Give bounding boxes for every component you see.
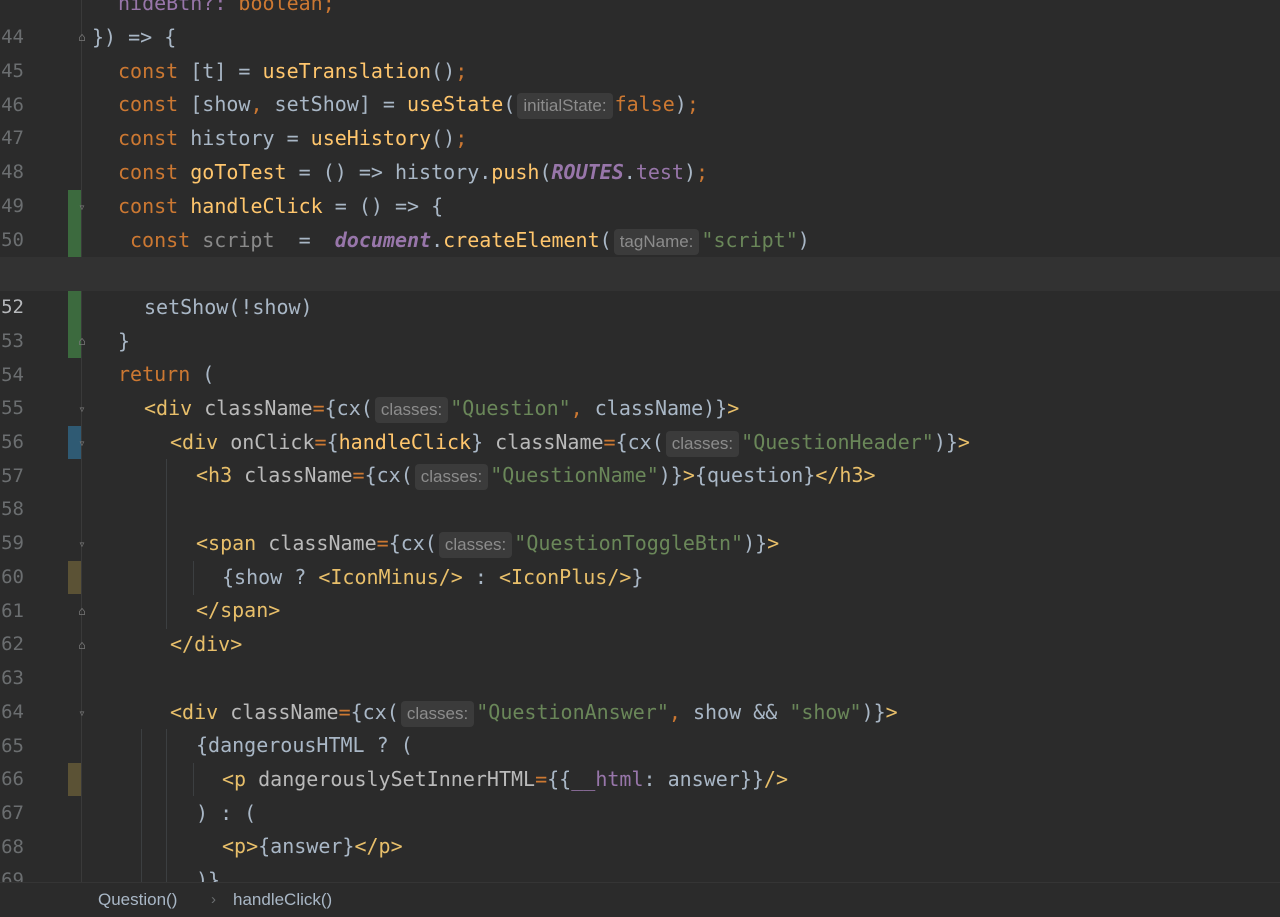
line-content: </div> bbox=[170, 632, 243, 656]
code-line[interactable]: 60 <span className={cx(classes: "Question… bbox=[0, 527, 1280, 588]
line-content: <p dangerouslySetInnerHTML={{__html: ans… bbox=[222, 767, 788, 791]
code-line[interactable]: 47 const [show, setShow] = useState(init… bbox=[0, 88, 1280, 149]
line-content: const script = document.createElement(ta… bbox=[130, 224, 810, 258]
code-line[interactable]: 54 } bbox=[0, 325, 1280, 386]
code-line[interactable]: 57 <div onClick={handleClick} className=… bbox=[0, 426, 1280, 487]
line-content: <div className={cx(classes: "Question", c… bbox=[144, 392, 739, 426]
parameter-hint: tagName: bbox=[613, 229, 700, 255]
line-content: }) => { bbox=[92, 25, 177, 49]
code-line[interactable]: 70 )} bbox=[0, 864, 1280, 882]
code-line[interactable]: 68 ) : ( bbox=[0, 797, 1280, 858]
line-content: ) : ( bbox=[196, 801, 257, 825]
code-line[interactable]: 61 {show ? <IconMinus/> : <IconPlus/>} bbox=[0, 561, 1280, 622]
code-line[interactable]: 62 </span> bbox=[0, 594, 1280, 655]
line-content: <div onClick={handleClick} className={cx… bbox=[170, 426, 970, 460]
code-line[interactable]: 63 </div> bbox=[0, 628, 1280, 689]
parameter-hint: classes: bbox=[438, 532, 513, 558]
line-content: {show ? <IconMinus/> : <IconPlus/>} bbox=[222, 565, 644, 589]
parameter-hint: initialState: bbox=[517, 93, 613, 119]
code-line[interactable]: 56 <div className={cx(classes: "Question"… bbox=[0, 392, 1280, 453]
code-line-current[interactable]: 52 bbox=[0, 257, 1280, 318]
code-line[interactable]: 58 <h3 className={cx(classes: "QuestionNa… bbox=[0, 459, 1280, 520]
code-line[interactable]: 48 const history = useHistory(); bbox=[0, 122, 1280, 183]
code-line[interactable]: 59 bbox=[0, 493, 1280, 554]
line-content: hideBtn?: boolean; bbox=[118, 0, 335, 15]
parameter-hint: classes: bbox=[400, 701, 475, 727]
line-content: const handleClick = () => { bbox=[118, 194, 444, 218]
parameter-hint: classes: bbox=[665, 431, 740, 457]
line-content: setShow(!show) bbox=[144, 295, 313, 319]
breadcrumb-item-question[interactable]: Question() bbox=[98, 883, 177, 917]
code-line[interactable]: 46 const [t] = useTranslation(); bbox=[0, 55, 1280, 116]
chevron-right-icon: › bbox=[211, 891, 216, 908]
code-line[interactable]: 50 const handleClick = () => { bbox=[0, 190, 1280, 251]
line-content: </span> bbox=[196, 598, 281, 622]
code-line[interactable]: 67 <p dangerouslySetInnerHTML={{__html: … bbox=[0, 763, 1280, 824]
code-line[interactable]: 65 <div className={cx(classes: "QuestionA… bbox=[0, 696, 1280, 757]
line-content: const history = useHistory(); bbox=[118, 126, 468, 150]
line-content: <span className={cx(classes: "QuestionTog… bbox=[196, 527, 779, 561]
line-content: const [t] = useTranslation(); bbox=[118, 59, 468, 83]
line-content: const goToTest = () => history.push(ROUT… bbox=[118, 160, 709, 184]
breadcrumb-item-handleclick[interactable]: handleClick() bbox=[233, 883, 332, 917]
parameter-hint: classes: bbox=[414, 464, 489, 490]
code-line[interactable]: 45 }) => { bbox=[0, 21, 1280, 82]
line-content: {dangerousHTML ? ( bbox=[196, 733, 413, 757]
line-content: return ( bbox=[118, 362, 215, 386]
breadcrumb: Question() › handleClick() bbox=[0, 882, 1280, 910]
line-content: <h3 className={cx(classes: "QuestionName"… bbox=[196, 459, 876, 493]
line-content: const [show, setShow] = useState(initial… bbox=[118, 88, 699, 122]
line-content: } bbox=[118, 329, 131, 353]
line-content: <p>{answer}</p> bbox=[222, 834, 403, 858]
code-line[interactable]: 53 setShow(!show) bbox=[0, 291, 1280, 352]
code-line[interactable]: 51 const script = document.createElement… bbox=[0, 224, 1280, 285]
code-line[interactable]: 66 {dangerousHTML ? ( bbox=[0, 729, 1280, 790]
code-line[interactable]: 64 bbox=[0, 662, 1280, 723]
code-line[interactable]: 44 hideBtn?: boolean; bbox=[0, 0, 1280, 48]
code-line[interactable]: 49 const goToTest = () => history.push(R… bbox=[0, 156, 1280, 217]
line-content: <div className={cx(classes: "QuestionAnsw… bbox=[170, 696, 898, 730]
parameter-hint: classes: bbox=[374, 397, 449, 423]
line-content: )} bbox=[196, 868, 221, 882]
code-line[interactable]: 69 <p>{answer}</p> bbox=[0, 830, 1280, 882]
code-editor[interactable]: ⌂ ▿ ⌂ ▿ ▿ ▿ ⌂ ⌂ ▿ 44 hideBtn?: boolean; … bbox=[0, 0, 1280, 882]
code-line[interactable]: 55 return ( bbox=[0, 358, 1280, 419]
